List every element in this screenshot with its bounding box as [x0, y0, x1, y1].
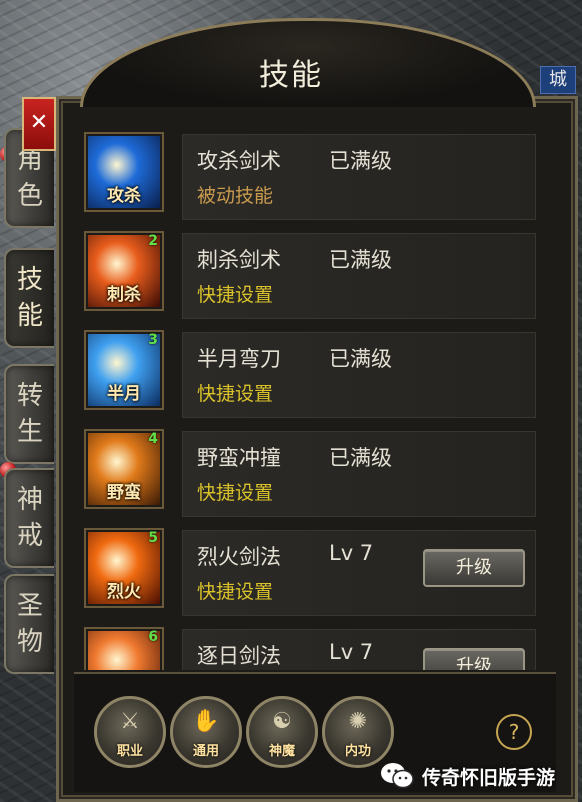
watermark: 传奇怀旧版手游: [380, 758, 555, 794]
shortcut-settings-link[interactable]: 快捷设置: [197, 577, 273, 604]
skill-level: Lv 7: [329, 640, 374, 664]
passive-skill-label: 被动技能: [197, 185, 274, 207]
upgrade-button[interactable]: 升级: [423, 549, 525, 587]
tab-label: 圣物: [16, 591, 43, 657]
hotkey-number: 6: [148, 629, 158, 645]
crossed-swords-icon: ⚔: [120, 709, 140, 734]
skill-level: 已满级: [329, 446, 392, 470]
tab-label: 技能: [16, 265, 43, 331]
category-label: 通用: [192, 744, 219, 759]
close-button[interactable]: ✕: [22, 97, 56, 151]
skill-row[interactable]: 攻杀 攻杀剑术 已满级被动技能: [76, 122, 554, 221]
panel-title: 技能: [259, 58, 323, 93]
skill-info-panel: 刺杀剑术 已满级快捷设置: [182, 233, 536, 319]
help-button[interactable]: ?: [496, 714, 532, 750]
shortcut-settings-link[interactable]: 快捷设置: [197, 478, 273, 505]
skill-icon[interactable]: 4 野蛮: [84, 429, 164, 509]
skill-icon[interactable]: 2 刺杀: [84, 231, 164, 311]
tab-skills[interactable]: 技能: [4, 248, 54, 348]
skill-level: 已满级: [329, 149, 392, 173]
skill-icon-glyph: 烈火: [107, 582, 141, 602]
skill-name: 逐日剑法: [197, 644, 281, 668]
hotkey-number: 4: [148, 431, 158, 447]
skill-info-panel: 逐日剑法 Lv 7 升级: [182, 629, 536, 670]
fist-icon: ✋: [192, 709, 220, 734]
watermark-text: 传奇怀旧版手游: [422, 766, 556, 789]
skill-name: 烈火剑法: [197, 545, 281, 569]
wechat-icon: [380, 761, 414, 791]
skill-row[interactable]: 3 半月 半月弯刀 已满级快捷设置: [76, 320, 554, 419]
skill-level: Lv 7: [329, 541, 374, 565]
skill-icon[interactable]: 3 半月: [84, 330, 164, 410]
category-general-button[interactable]: ✋ 通用: [170, 696, 242, 768]
tab-label: 角色: [16, 145, 43, 211]
tab-label: 神戒: [16, 485, 43, 551]
skill-row[interactable]: 4 野蛮 野蛮冲撞 已满级快捷设置: [76, 419, 554, 518]
skill-info-panel: 半月弯刀 已满级快捷设置: [182, 332, 536, 418]
shortcut-settings-link[interactable]: 快捷设置: [197, 280, 273, 307]
hotkey-number: 3: [148, 332, 158, 348]
emblem-icon: ✺: [348, 709, 368, 734]
category-label: 内功: [344, 744, 371, 759]
skill-info-panel: 烈火剑法 Lv 7 快捷设置 升级: [182, 530, 536, 616]
category-class-button[interactable]: ⚔ 职业: [94, 696, 166, 768]
skill-list[interactable]: 攻杀 攻杀剑术 已满级 被动技能 2 刺杀 刺杀剑术 已满级 快捷设置 3 半月 半月弯刀 已满级 快捷设…: [76, 122, 554, 670]
skill-name: 攻杀剑术: [197, 149, 281, 173]
skill-level: 已满级: [329, 347, 392, 371]
skill-name: 刺杀剑术: [197, 248, 281, 272]
category-divine-demon-button[interactable]: ☯ 神魔: [246, 696, 318, 768]
skill-row[interactable]: 6 逐日剑法 Lv 7 升级: [76, 617, 554, 670]
hotkey-number: 2: [148, 233, 158, 249]
category-label: 职业: [116, 744, 143, 759]
category-label: 神魔: [268, 744, 295, 759]
skill-row[interactable]: 5 烈火 烈火剑法 Lv 7 快捷设置 升级: [76, 518, 554, 617]
skill-row[interactable]: 2 刺杀 刺杀剑术 已满级快捷设置: [76, 221, 554, 320]
tab-relic[interactable]: 圣物: [4, 574, 54, 674]
skill-icon-glyph: 半月: [107, 384, 141, 404]
tab-divine-ring[interactable]: 神戒: [4, 468, 54, 568]
hotkey-number: 5: [148, 530, 158, 546]
tab-label: 转生: [16, 381, 43, 447]
skill-level: 已满级: [329, 248, 392, 272]
tab-rebirth[interactable]: 转生: [4, 364, 54, 464]
skill-info-panel: 野蛮冲撞 已满级快捷设置: [182, 431, 536, 517]
skill-icon[interactable]: 5 烈火: [84, 528, 164, 608]
deity-icon: ☯: [272, 709, 292, 734]
upgrade-button[interactable]: 升级: [423, 648, 525, 670]
shortcut-settings-link[interactable]: 快捷设置: [197, 379, 273, 406]
skill-info-panel: 攻杀剑术 已满级被动技能: [182, 134, 536, 220]
skill-icon[interactable]: 攻杀: [84, 132, 164, 212]
skill-icon-glyph: 刺杀: [107, 285, 141, 305]
skill-name: 半月弯刀: [197, 347, 281, 371]
skill-icon-glyph: 野蛮: [107, 483, 141, 503]
skill-icon-glyph: 攻杀: [107, 186, 141, 206]
skill-icon[interactable]: 6: [84, 627, 164, 670]
skill-name: 野蛮冲撞: [197, 446, 281, 470]
